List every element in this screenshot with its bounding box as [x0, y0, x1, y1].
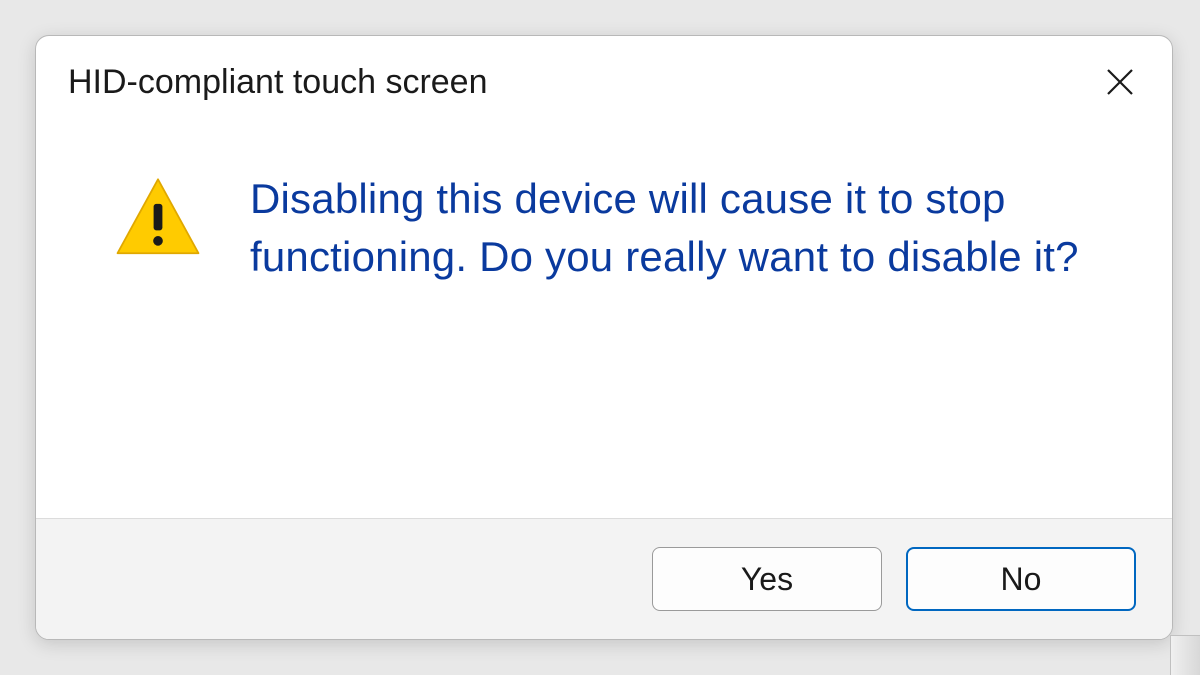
no-button[interactable]: No	[906, 547, 1136, 611]
dialog-content: Disabling this device will cause it to s…	[36, 118, 1172, 518]
dialog-titlebar: HID-compliant touch screen	[36, 36, 1172, 118]
close-button[interactable]	[1096, 58, 1144, 106]
confirmation-dialog: HID-compliant touch screen Disabling thi…	[35, 35, 1173, 640]
背景-scrollbar-fragment	[1170, 635, 1200, 675]
dialog-button-row: Yes No	[36, 518, 1172, 639]
yes-button[interactable]: Yes	[652, 547, 882, 611]
close-icon	[1104, 66, 1136, 98]
dialog-title: HID-compliant touch screen	[68, 63, 488, 102]
dialog-message: Disabling this device will cause it to s…	[250, 170, 1112, 286]
warning-icon	[114, 174, 202, 262]
